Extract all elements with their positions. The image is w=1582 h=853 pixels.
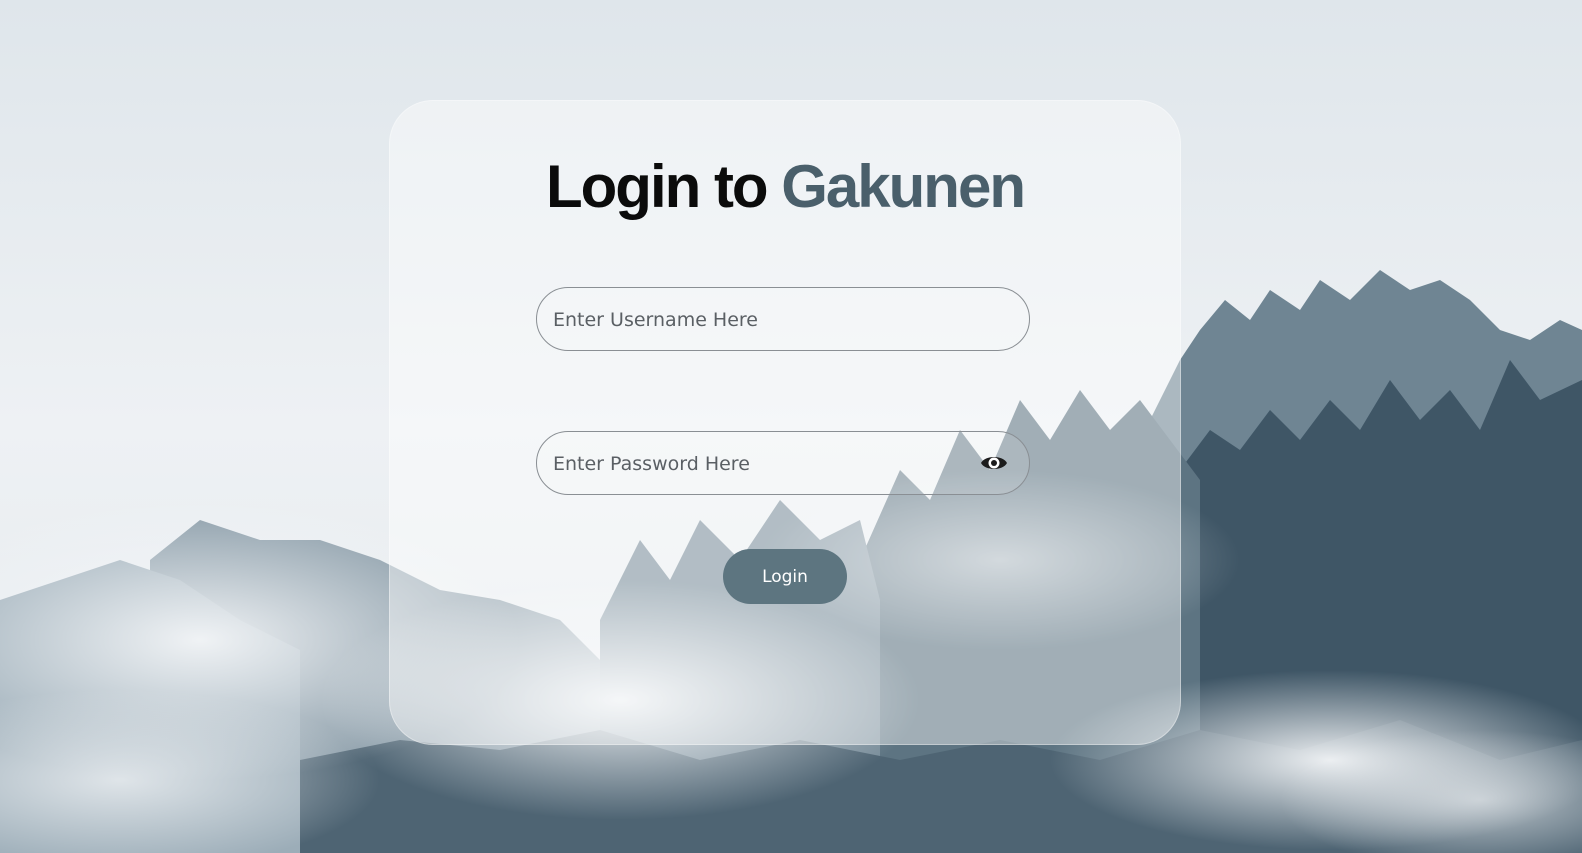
password-input[interactable]: [551, 432, 975, 495]
brand-name: Gakunen: [781, 153, 1026, 220]
password-field[interactable]: [536, 431, 1030, 495]
page-title: Login to Gakunen: [389, 152, 1181, 221]
login-page: Login to Gakunen Login: [0, 0, 1582, 853]
username-field[interactable]: [536, 287, 1030, 351]
login-button[interactable]: Login: [723, 549, 847, 604]
eye-icon[interactable]: [979, 451, 1009, 475]
login-card: Login to Gakunen Login: [389, 100, 1181, 745]
title-prefix: Login to: [546, 153, 769, 220]
username-input[interactable]: [551, 288, 975, 351]
